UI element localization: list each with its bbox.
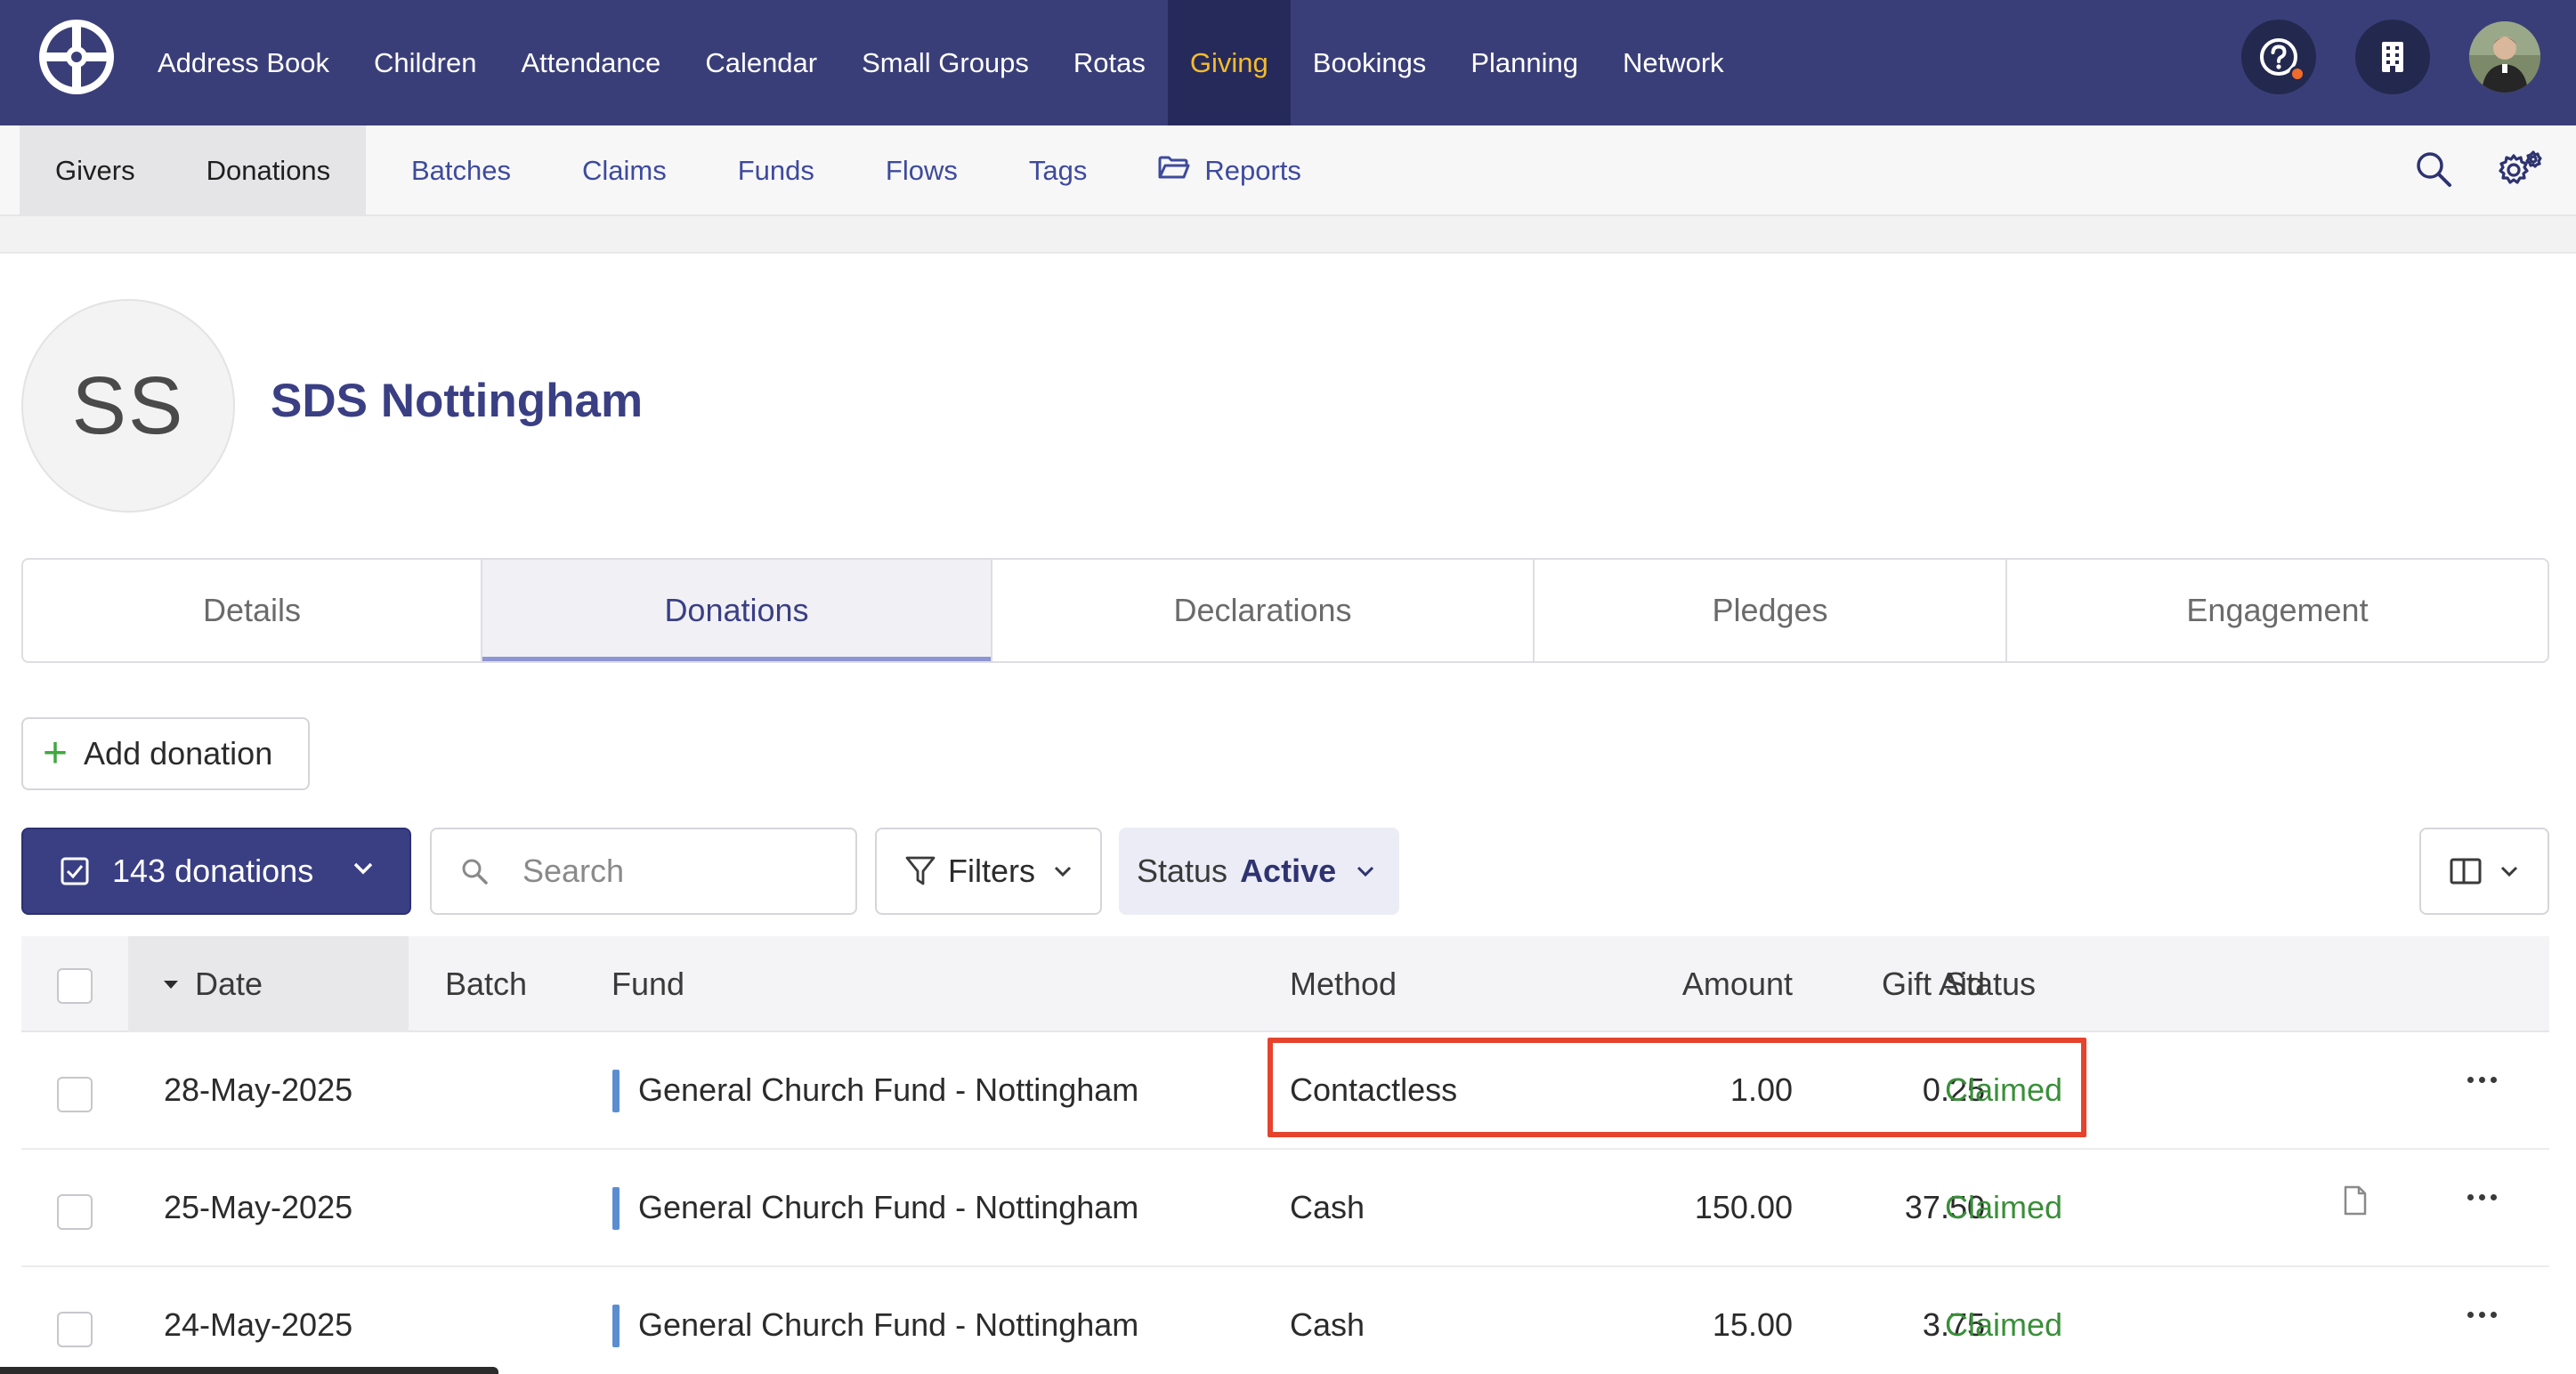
column-header-batch[interactable]: Batch: [445, 936, 527, 1032]
row-fund: General Church Fund - Nottingham: [638, 1071, 1139, 1108]
add-donation-button[interactable]: + Add donation: [21, 717, 310, 790]
status-filter-label: Status: [1137, 853, 1228, 889]
subnav-batches[interactable]: Batches: [376, 125, 547, 216]
row-method: Contactless: [1290, 1071, 1458, 1108]
column-header-method[interactable]: Method: [1290, 936, 1397, 1032]
chevron-down-icon: [1054, 866, 1072, 877]
subnav-funds[interactable]: Funds: [702, 125, 850, 216]
checkbox-icon: [61, 857, 89, 885]
logo-icon[interactable]: [39, 20, 114, 94]
row-status: Claimed: [1945, 1306, 2063, 1343]
donations-count-label: 143 donations: [112, 853, 314, 889]
document-icon[interactable]: [2343, 1185, 2368, 1220]
nav-network[interactable]: Network: [1600, 0, 1746, 125]
subnav-donations[interactable]: Donations: [171, 125, 367, 216]
more-icon[interactable]: [2467, 1077, 2497, 1083]
chevron-down-icon: [353, 862, 373, 875]
organisation-button[interactable]: [2355, 20, 2430, 94]
fund-color-bar: [612, 1187, 620, 1230]
giving-subnavigation: Givers Donations Batches Claims Funds Fl…: [0, 125, 2576, 216]
row-method: Cash: [1290, 1189, 1365, 1225]
tab-pledges[interactable]: Pledges: [1535, 560, 2007, 661]
table-row[interactable]: 25-May-2025 General Church Fund - Nottin…: [21, 1150, 2549, 1267]
more-icon[interactable]: [2467, 1194, 2497, 1200]
row-checkbox[interactable]: [57, 1077, 93, 1112]
subnav-reports[interactable]: Reports: [1122, 125, 1337, 216]
row-fund: General Church Fund - Nottingham: [638, 1306, 1139, 1343]
row-amount: 15.00: [1712, 1306, 1793, 1343]
row-date: 24-May-2025: [164, 1306, 353, 1343]
add-donation-label: Add donation: [84, 735, 273, 772]
select-all-checkbox[interactable]: [57, 968, 93, 1004]
profile-avatar: SS: [21, 299, 235, 513]
nav-children[interactable]: Children: [352, 0, 498, 125]
nav-rotas[interactable]: Rotas: [1051, 0, 1168, 125]
subnav-reports-label: Reports: [1204, 155, 1301, 186]
chevron-down-icon: [1357, 866, 1374, 877]
subnav-tags[interactable]: Tags: [993, 125, 1122, 216]
user-avatar[interactable]: [2469, 21, 2540, 93]
column-header-amount[interactable]: Amount: [1565, 936, 1793, 1032]
search-icon: [462, 859, 488, 885]
search-field[interactable]: [430, 828, 857, 915]
tab-details[interactable]: Details: [23, 560, 482, 661]
notification-dot: [2289, 66, 2305, 82]
page-title: SDS Nottingham: [271, 375, 644, 427]
tab-engagement[interactable]: Engagement: [2007, 560, 2548, 661]
columns-button[interactable]: [2419, 828, 2549, 915]
table-row[interactable]: 24-May-2025 General Church Fund - Nottin…: [21, 1267, 2549, 1374]
column-header-status[interactable]: Status: [1945, 936, 2036, 1032]
help-button[interactable]: [2241, 20, 2316, 94]
filter-icon: [905, 856, 936, 885]
givers-donations-group: Givers Donations: [20, 125, 367, 216]
table-header: Date Batch Fund Method Amount Gift Aid S…: [21, 936, 2549, 1032]
row-amount: 150.00: [1694, 1189, 1793, 1225]
fund-color-bar: [612, 1305, 620, 1347]
search-icon[interactable]: [2414, 150, 2453, 193]
subnav-flows[interactable]: Flows: [850, 125, 993, 216]
nav-bookings[interactable]: Bookings: [1291, 0, 1449, 125]
folder-icon: [1158, 155, 1190, 187]
columns-icon: [2450, 858, 2482, 885]
row-date: 25-May-2025: [164, 1189, 353, 1225]
fund-color-bar: [612, 1070, 620, 1112]
nav-address-book[interactable]: Address Book: [135, 0, 352, 125]
page-divider: [0, 216, 2576, 254]
window-edge: [0, 1367, 498, 1374]
filters-button[interactable]: Filters: [875, 828, 1102, 915]
row-date: 28-May-2025: [164, 1071, 353, 1108]
subnav-givers[interactable]: Givers: [20, 125, 171, 216]
row-method: Cash: [1290, 1306, 1365, 1343]
plus-icon: +: [43, 730, 69, 777]
settings-icon[interactable]: [2496, 149, 2544, 194]
nav-planning[interactable]: Planning: [1448, 0, 1600, 125]
nav-small-groups[interactable]: Small Groups: [839, 0, 1051, 125]
nav-calendar[interactable]: Calendar: [683, 0, 839, 125]
top-navigation: Address Book Children Attendance Calenda…: [0, 0, 2576, 125]
search-input[interactable]: [522, 853, 843, 890]
row-checkbox[interactable]: [57, 1312, 93, 1347]
row-amount: 1.00: [1729, 1071, 1793, 1108]
more-icon[interactable]: [2467, 1312, 2497, 1318]
sort-down-icon[interactable]: [162, 936, 180, 1032]
status-filter-value: Active: [1240, 853, 1337, 889]
filters-label: Filters: [948, 853, 1035, 889]
status-filter-button[interactable]: Status Active: [1119, 828, 1399, 915]
row-status: Claimed: [1945, 1189, 2063, 1225]
row-checkbox[interactable]: [57, 1194, 93, 1230]
tab-donations[interactable]: Donations: [482, 560, 992, 661]
column-header-date[interactable]: Date: [195, 936, 263, 1032]
table-row[interactable]: 28-May-2025 General Church Fund - Nottin…: [21, 1032, 2549, 1150]
donations-count-button[interactable]: 143 donations: [21, 828, 411, 915]
subnav-claims[interactable]: Claims: [547, 125, 702, 216]
row-status: Claimed: [1945, 1071, 2063, 1108]
row-fund: General Church Fund - Nottingham: [638, 1189, 1139, 1225]
tab-declarations[interactable]: Declarations: [992, 560, 1535, 661]
nav-giving[interactable]: Giving: [1167, 0, 1291, 125]
profile-tabs: Details Donations Declarations Pledges E…: [21, 558, 2549, 663]
chevron-down-icon: [2500, 866, 2518, 877]
nav-attendance[interactable]: Attendance: [498, 0, 683, 125]
building-icon: [2382, 42, 2403, 72]
column-header-fund[interactable]: Fund: [612, 936, 685, 1032]
